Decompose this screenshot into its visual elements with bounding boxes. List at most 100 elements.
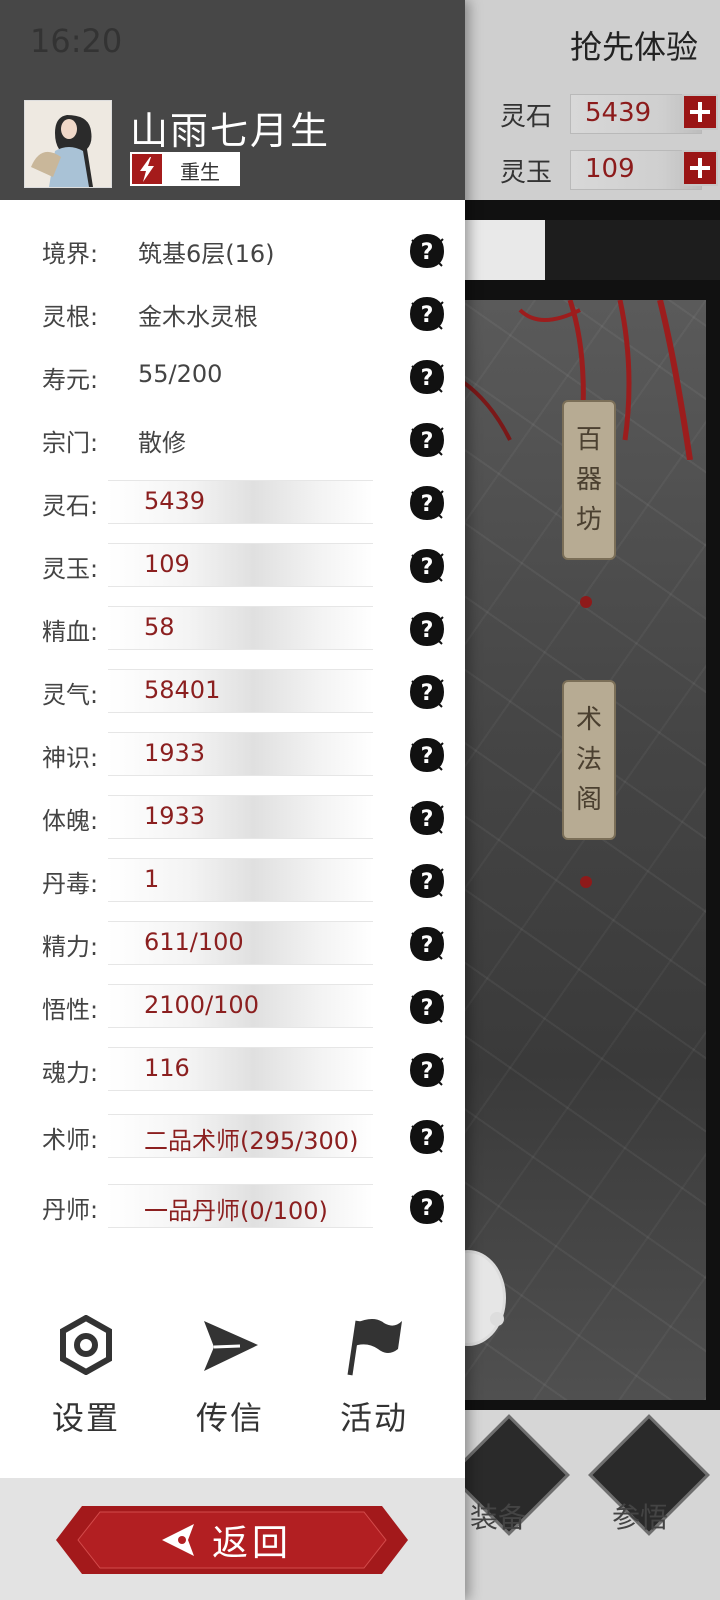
stat-value-bar: 二品术师(295/300) [108,1114,373,1158]
svg-text:?: ? [421,1196,434,1221]
stat-row: 魂力: 116? [0,1041,465,1097]
stat-value-bar: 611/100 [108,921,373,965]
help-icon[interactable]: ? [409,611,445,647]
svg-text:?: ? [421,870,434,895]
help-icon[interactable]: ? [409,1119,445,1155]
location-dot [580,596,592,608]
stat-row: 灵石: 5439? [0,474,465,530]
stat-value: 116 [144,1054,190,1082]
sign-char: 器 [575,465,602,495]
help-icon[interactable]: ? [409,359,445,395]
svg-text:?: ? [421,681,434,706]
stat-value: 58 [144,613,175,641]
sign-char: 坊 [575,505,602,535]
settings-button[interactable]: 设置 [26,1315,146,1437]
help-icon[interactable]: ? [409,233,445,269]
joystick-knob [490,1312,504,1326]
rebirth-label: 重生 [180,160,220,184]
stat-value-bar: 58 [108,606,373,650]
events-button[interactable]: 活动 [314,1315,434,1437]
stat-value-bar: 5439 [108,480,373,524]
stat-row: 体魄: 1933? [0,789,465,845]
stat-label: 丹师: [42,1196,99,1224]
stat-label: 术师: [42,1126,99,1154]
stat-value-bar: 2100/100 [108,984,373,1028]
back-label: 返回 [212,1523,293,1564]
stat-row: 境界: 筑基6层(16)? [0,222,465,278]
avatar-portrait-icon [25,101,111,187]
send-icon [204,1321,258,1371]
resource-lingshi: 灵石 5439 [500,92,718,136]
svg-text:?: ? [421,429,434,454]
stat-label: 悟性: [42,996,99,1024]
svg-text:?: ? [421,807,434,832]
send-message-button[interactable]: 传信 [170,1315,290,1437]
stat-value: 55/200 [138,360,223,388]
stat-label: 灵气: [42,681,99,709]
svg-text:?: ? [421,1126,434,1151]
stat-row: 丹毒: 1? [0,852,465,908]
help-icon[interactable]: ? [409,737,445,773]
scene-banner-dark [545,220,720,280]
early-access-title: 抢先体验 [569,28,698,66]
help-icon[interactable]: ? [409,296,445,332]
rebirth-button[interactable]: 重生 [130,152,240,186]
help-icon[interactable]: ? [409,800,445,836]
stat-label: 宗门: [42,429,99,457]
stat-row: 灵气: 58401? [0,663,465,719]
stat-row: 寿元: 55/200? [0,348,465,404]
stat-value: 散修 [138,429,186,457]
stat-value: 2100/100 [144,991,259,1019]
stat-label: 境界: [42,240,99,268]
signboard-shufage[interactable]: 术 法 阁 [562,680,616,840]
avatar[interactable] [24,100,112,188]
resource-label: 灵玉 [500,158,553,188]
add-lingyu-button[interactable] [682,150,718,186]
svg-text:?: ? [421,618,434,643]
svg-text:?: ? [421,744,434,769]
resource-lingyu: 灵玉 109 [500,148,718,192]
resource-label: 灵石 [500,102,553,132]
stat-value-bar: 1 [108,858,373,902]
help-icon[interactable]: ? [409,1052,445,1088]
stat-value: 金木水灵根 [138,303,258,331]
help-icon[interactable]: ? [409,548,445,584]
svg-text:?: ? [421,933,434,958]
signboard-baiqifang[interactable]: 百 器 坊 [562,400,616,560]
location-dot [580,876,592,888]
drawer-header: 16:20 山雨七月生 重生 [0,0,465,200]
stat-label: 精血: [42,618,99,646]
stat-value: 1933 [144,739,206,767]
stat-label: 寿元: [42,366,99,394]
help-icon[interactable]: ? [409,1189,445,1225]
stat-label: 神识: [42,744,99,772]
equipment-label: 装备 [470,1501,527,1534]
back-arrow-icon [162,1524,194,1556]
stat-label: 灵石: [42,492,99,520]
resource-value: 109 [585,154,635,184]
send-label: 传信 [195,1399,264,1437]
help-icon[interactable]: ? [409,926,445,962]
character-drawer: 16:20 山雨七月生 重生 境界: 筑基6层(16)? 灵根: 金木水灵根? 寿元: 5… [0,0,465,1600]
stat-label: 灵玉: [42,555,99,583]
help-icon[interactable]: ? [409,863,445,899]
stat-row: 神识: 1933? [0,726,465,782]
svg-text:?: ? [421,492,434,517]
svg-text:?: ? [421,240,434,265]
comprehend-label: 参悟 [612,1501,669,1534]
settings-icon [60,1315,112,1375]
svg-text:?: ? [421,555,434,580]
add-lingshi-button[interactable] [682,94,718,130]
stat-value-bar: 1933 [108,732,373,776]
stat-value: 5439 [144,487,206,515]
help-icon[interactable]: ? [409,989,445,1025]
help-icon[interactable]: ? [409,485,445,521]
back-button[interactable]: 返回 [52,1502,412,1578]
stat-value-bar: 58401 [108,669,373,713]
svg-text:?: ? [421,366,434,391]
help-icon[interactable]: ? [409,674,445,710]
help-icon[interactable]: ? [409,422,445,458]
sign-char: 术 [575,705,602,735]
stat-value-bar: 1933 [108,795,373,839]
stat-value: 二品术师(295/300) [144,1127,359,1155]
